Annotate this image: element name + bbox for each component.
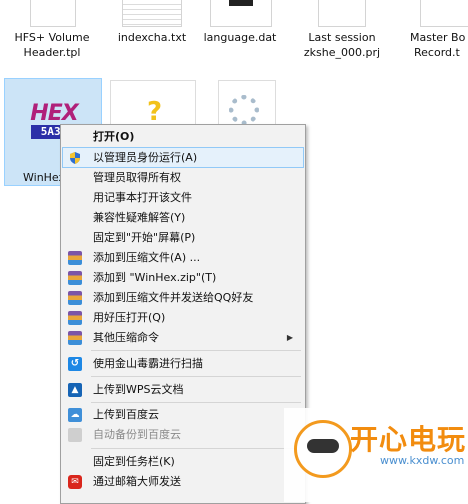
- menu-item-open[interactable]: 打开(O): [63, 127, 301, 147]
- archive-icon: [68, 291, 82, 305]
- file-label-language: language.dat: [203, 31, 277, 44]
- watermark-url: www.kxdw.com: [380, 454, 465, 467]
- menu-item-pin-taskbar[interactable]: 固定到任务栏(K): [63, 452, 301, 472]
- baidu-cloud-icon: ☁: [68, 408, 82, 422]
- menu-item-open-notepad[interactable]: 用记事本打开该文件: [63, 188, 301, 208]
- menu-item-other-archive[interactable]: 其他压缩命令 ▶: [63, 328, 301, 348]
- wps-cloud-icon: ▲: [68, 383, 82, 397]
- file-icon-hfs[interactable]: [30, 0, 76, 27]
- dat-badge-icon: [229, 0, 253, 6]
- file-label-master-boot: Master Bo Record.t: [410, 31, 466, 59]
- menu-item-mail-master[interactable]: ✉ 通过邮箱大师发送: [63, 472, 301, 492]
- menu-item-baidu-backup[interactable]: 自动备份到百度云: [63, 425, 301, 445]
- menu-item-open-haozip[interactable]: 用好压打开(Q): [63, 308, 301, 328]
- file-icon-unknown-help[interactable]: ?: [110, 80, 196, 125]
- file-label-hfs: HFS+ Volume Header.tpl: [14, 31, 90, 59]
- file-icon-last-session[interactable]: [318, 0, 366, 27]
- menu-separator: [91, 448, 301, 449]
- archive-icon: [68, 311, 82, 325]
- file-icon-config[interactable]: [218, 80, 276, 125]
- context-menu: 打开(O) 以管理员身份运行(A) 管理员取得所有权 用记事本打开该文件 兼容性…: [60, 124, 306, 504]
- file-icon-language[interactable]: [210, 0, 272, 27]
- menu-item-compat-troubleshoot[interactable]: 兼容性疑难解答(Y): [63, 208, 301, 228]
- winhex-label: WinHex: [23, 171, 66, 184]
- menu-item-add-zip[interactable]: 添加到 "WinHex.zip"(T): [63, 268, 301, 288]
- menu-item-pin-start[interactable]: 固定到"开始"屏幕(P): [63, 228, 301, 248]
- menu-item-take-ownership[interactable]: 管理员取得所有权: [63, 168, 301, 188]
- uac-shield-icon: [70, 152, 80, 164]
- file-icon-indexcha[interactable]: [122, 0, 182, 27]
- submenu-arrow-icon: ▶: [286, 333, 293, 342]
- file-label-last-session: Last session zkshe_000.prj: [303, 31, 381, 59]
- menu-item-archive-send-qq[interactable]: 添加到压缩文件并发送给QQ好友: [63, 288, 301, 308]
- mascot-icon: [294, 420, 352, 478]
- menu-separator: [91, 402, 301, 403]
- menu-item-baidu-cloud[interactable]: ☁ 上传到百度云: [63, 405, 301, 425]
- menu-item-run-as-admin[interactable]: 以管理员身份运行(A): [62, 147, 304, 168]
- file-icon-master-boot[interactable]: [420, 0, 468, 27]
- menu-item-wps-cloud[interactable]: ▲ 上传到WPS云文档: [63, 380, 301, 400]
- baidu-backup-icon: [68, 428, 82, 442]
- menu-separator: [91, 350, 301, 351]
- question-mark-icon: ?: [147, 97, 163, 127]
- menu-item-kingsoft-scan[interactable]: ↺ 使用金山毒霸进行扫描: [63, 354, 301, 374]
- gear-icon: [229, 95, 259, 125]
- archive-icon: [68, 251, 82, 265]
- watermark-logo: 开心电玩 www.kxdw.com: [284, 408, 468, 502]
- mail-master-icon: ✉: [68, 475, 82, 489]
- kingsoft-icon: ↺: [68, 357, 82, 371]
- watermark-title: 开心电玩: [350, 423, 467, 456]
- menu-item-add-archive[interactable]: 添加到压缩文件(A) ...: [63, 248, 301, 268]
- menu-separator: [91, 376, 301, 377]
- archive-icon: [68, 331, 82, 345]
- archive-icon: [68, 271, 82, 285]
- file-label-indexcha: indexcha.txt: [117, 31, 187, 44]
